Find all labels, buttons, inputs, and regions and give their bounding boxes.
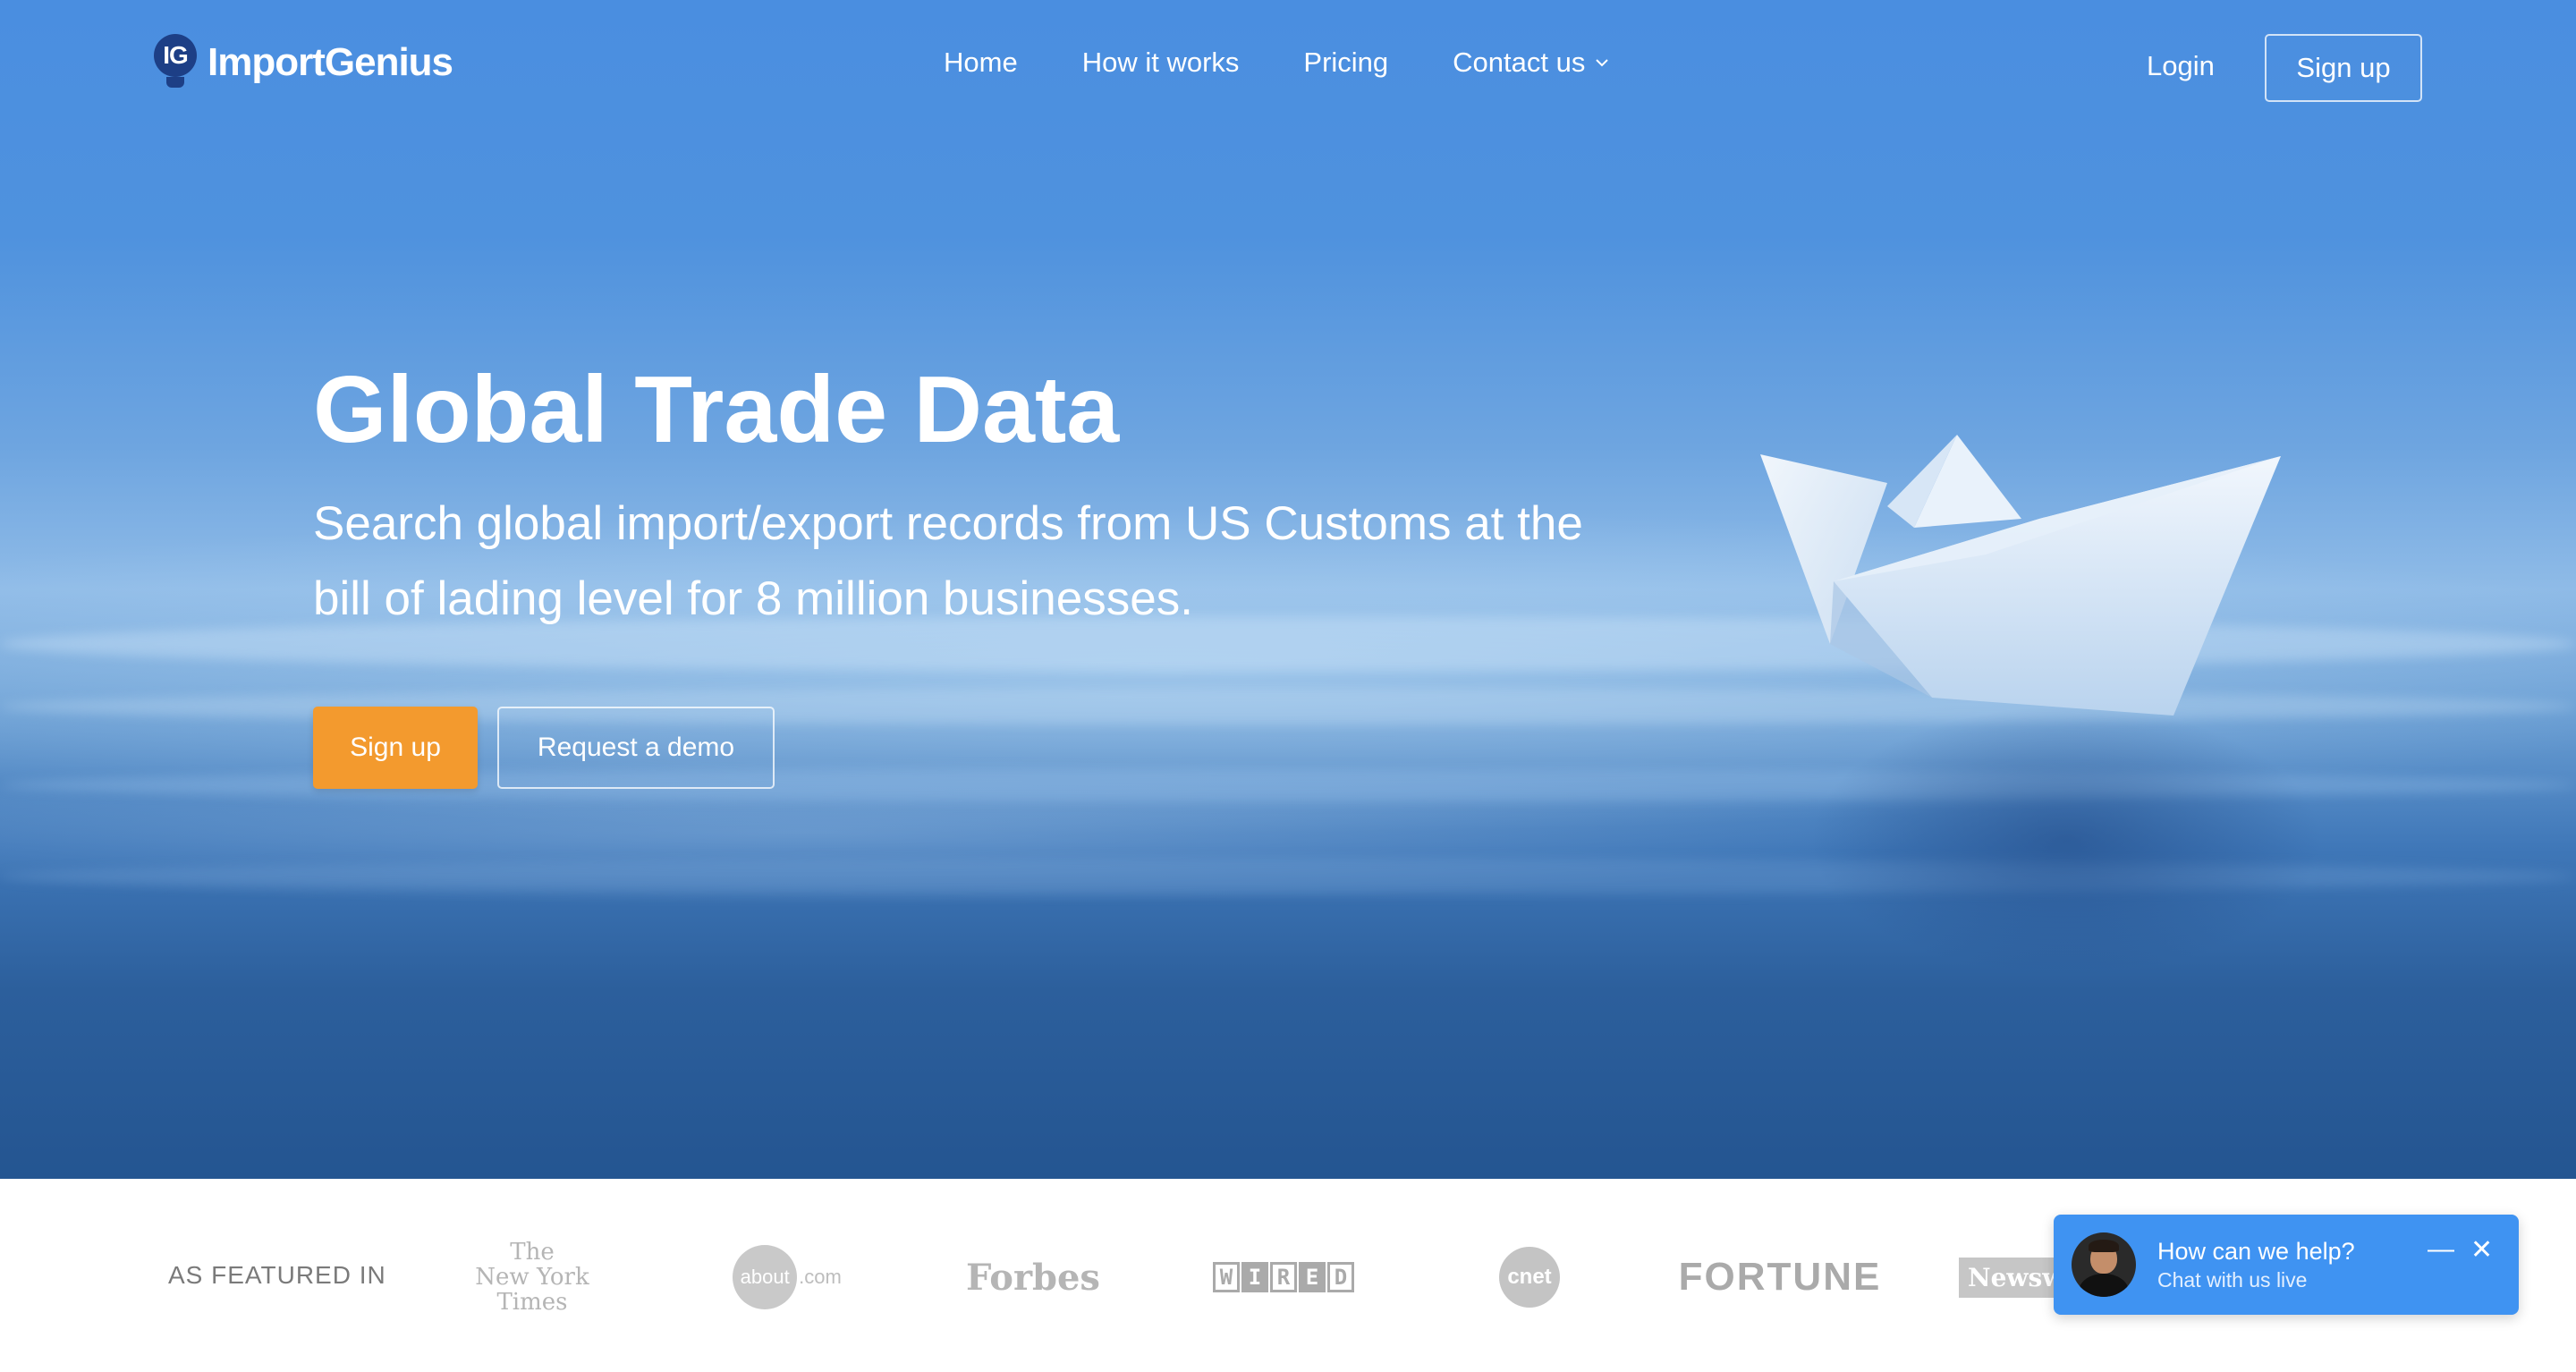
hero-headline: Global Trade Data (313, 357, 1120, 462)
request-demo-button[interactable]: Request a demo (497, 707, 775, 789)
forbes-logo: Forbes (966, 1256, 1100, 1299)
nav-link-pricing[interactable]: Pricing (1303, 47, 1388, 79)
newsweek-logo-text: Newsweek (1959, 1257, 2066, 1298)
top-navigation: IG ImportGenius Home How it works Pricin… (0, 0, 2576, 134)
nyt-logo: The New York Times (465, 1232, 599, 1322)
wired-logo: W I R E D (1203, 1232, 1364, 1322)
nav-link-home[interactable]: Home (944, 47, 1018, 79)
about-logo-text: about (733, 1245, 798, 1309)
nyt-logo-line: Times (496, 1289, 568, 1316)
minimize-icon[interactable]: — (2428, 1234, 2454, 1265)
wired-letter: D (1327, 1262, 1354, 1292)
nav-link-label: How it works (1081, 47, 1240, 78)
about-com-logo: about .com (724, 1232, 850, 1322)
nav-link-contact-us[interactable]: Contact us (1453, 47, 1609, 79)
support-agent-avatar (2072, 1232, 2136, 1297)
nav-signup-button[interactable]: Sign up (2265, 34, 2422, 102)
hero-subheadline: Search global import/export records from… (313, 497, 1583, 625)
cnet-logo-text: cnet (1499, 1247, 1560, 1308)
fortune-logo: FORTUNE (1678, 1255, 1882, 1299)
nyt-logo-line: New York (475, 1264, 589, 1291)
lightbulb-logo-icon: IG (154, 34, 197, 91)
live-chat-widget[interactable]: How can we help? Chat with us live — ✕ (2054, 1215, 2519, 1315)
wired-letter: I (1241, 1262, 1268, 1292)
nav-link-label: Pricing (1303, 47, 1389, 78)
importgenius-logo[interactable]: IG ImportGenius (154, 34, 453, 91)
logo-wordmark: ImportGenius (208, 40, 453, 84)
nav-links: Home How it works Pricing Contact us (944, 47, 1673, 79)
close-icon[interactable]: ✕ (2470, 1234, 2493, 1266)
nyt-logo-line: The (510, 1239, 555, 1266)
nav-link-how-it-works[interactable]: How it works (1082, 47, 1240, 79)
about-logo-suffix: .com (799, 1266, 842, 1288)
newsweek-logo: Newsweek (1959, 1232, 2066, 1322)
chevron-down-icon (1596, 59, 1609, 67)
logo-badge-text: IG (154, 34, 197, 77)
wired-letter: R (1270, 1262, 1297, 1292)
hero-signup-button[interactable]: Sign up (313, 707, 478, 789)
wired-letter: E (1299, 1262, 1326, 1292)
chat-title: How can we help? (2157, 1238, 2355, 1265)
nav-link-label: Home (944, 47, 1018, 78)
chat-subtitle: Chat with us live (2157, 1268, 2308, 1292)
paper-boat-image (1760, 435, 2281, 716)
login-link[interactable]: Login (2147, 50, 2215, 82)
nav-link-label: Contact us (1453, 47, 1586, 78)
wired-letter: W (1213, 1262, 1240, 1292)
cnet-logo: cnet (1494, 1232, 1565, 1322)
featured-label: AS FEATURED IN (168, 1261, 386, 1289)
